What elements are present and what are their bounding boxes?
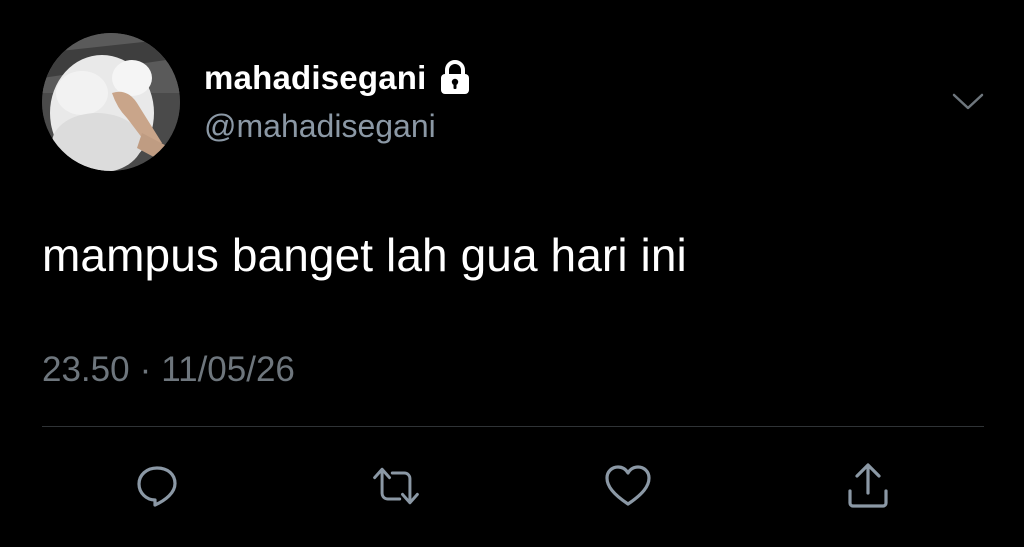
- tweet-time: 23.50: [42, 350, 130, 389]
- retweet-icon: [373, 467, 419, 505]
- reply-icon: [137, 466, 177, 507]
- display-name[interactable]: mahadisegani: [204, 59, 426, 97]
- avatar[interactable]: [42, 33, 180, 171]
- heart-icon: [605, 465, 651, 506]
- more-options-button[interactable]: [946, 84, 990, 120]
- tweet-card: mahadisegani @mahadisegani mampus banget…: [0, 0, 1024, 547]
- user-handle[interactable]: @mahadisegani: [204, 108, 436, 145]
- tweet-text: mampus banget lah gua hari ini: [42, 229, 687, 281]
- share-button[interactable]: [842, 460, 894, 512]
- timestamp[interactable]: 23.50 · 11/05/26: [42, 350, 295, 390]
- chevron-down-icon: [952, 93, 984, 110]
- avatar-image: [42, 33, 180, 171]
- tweet-date: 11/05/26: [161, 350, 295, 389]
- like-button[interactable]: [602, 460, 654, 512]
- reply-button[interactable]: [131, 460, 183, 512]
- retweet-button[interactable]: [370, 460, 422, 512]
- lock-icon: [438, 60, 472, 96]
- timestamp-separator: ·: [139, 350, 152, 389]
- divider: [42, 426, 984, 427]
- share-icon: [848, 463, 888, 508]
- display-name-row: mahadisegani: [204, 56, 472, 100]
